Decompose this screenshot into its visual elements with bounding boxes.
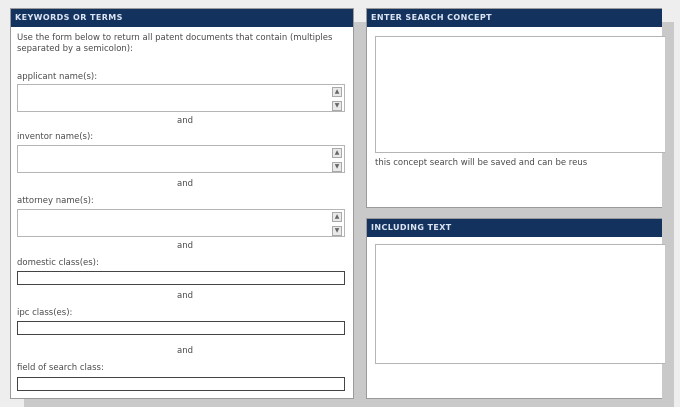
- scroll-up-icon[interactable]: ▲: [332, 212, 342, 222]
- and-connector: and: [177, 241, 193, 251]
- scroll-down-icon[interactable]: ▼: [332, 226, 342, 236]
- keywords-panel-header: KEYWORDS OR TERMS: [11, 9, 353, 27]
- scroll-down-icon[interactable]: ▼: [332, 162, 342, 172]
- applicant-scrollbar[interactable]: ▲ ▼: [332, 87, 342, 111]
- scroll-up-icon[interactable]: ▲: [332, 87, 342, 97]
- search-concept-textarea[interactable]: [375, 36, 665, 153]
- keywords-panel: KEYWORDS OR TERMS Use the form below to …: [10, 8, 354, 399]
- including-text-panel: INCLUDING TEXT: [366, 218, 665, 399]
- attorney-scrollbar[interactable]: ▲ ▼: [332, 212, 342, 236]
- search-concept-header: ENTER SEARCH CONCEPT: [367, 9, 662, 27]
- search-concept-panel: ENTER SEARCH CONCEPT this concept search…: [366, 8, 665, 208]
- concept-save-note: this concept search will be saved and ca…: [375, 158, 588, 168]
- inventor-scrollbar[interactable]: ▲ ▼: [332, 148, 342, 172]
- attorney-label: attorney name(s):: [17, 196, 94, 206]
- attorney-textarea[interactable]: ▲ ▼: [17, 209, 345, 237]
- scroll-down-icon[interactable]: ▼: [332, 101, 342, 111]
- and-connector: and: [177, 116, 193, 126]
- inventor-label: inventor name(s):: [17, 132, 94, 142]
- ipc-class-label: ipc class(es):: [17, 308, 73, 318]
- page-frame: KEYWORDS OR TERMS Use the form below to …: [0, 0, 680, 407]
- domestic-class-label: domestic class(es):: [17, 258, 99, 268]
- including-text-textarea[interactable]: [375, 244, 665, 364]
- inventor-textarea[interactable]: ▲ ▼: [17, 145, 345, 173]
- field-of-search-label: field of search class:: [17, 363, 104, 373]
- and-connector: and: [177, 179, 193, 189]
- keywords-intro-text: Use the form below to return all patent …: [17, 33, 333, 54]
- and-connector: and: [177, 346, 193, 356]
- domestic-class-input[interactable]: [17, 271, 345, 285]
- and-connector: and: [177, 291, 193, 301]
- scroll-up-icon[interactable]: ▲: [332, 148, 342, 158]
- applicant-label: applicant name(s):: [17, 72, 98, 82]
- including-text-header: INCLUDING TEXT: [367, 219, 662, 237]
- ipc-class-input[interactable]: [17, 321, 345, 335]
- applicant-textarea[interactable]: ▲ ▼: [17, 84, 345, 112]
- field-of-search-input[interactable]: [17, 377, 345, 391]
